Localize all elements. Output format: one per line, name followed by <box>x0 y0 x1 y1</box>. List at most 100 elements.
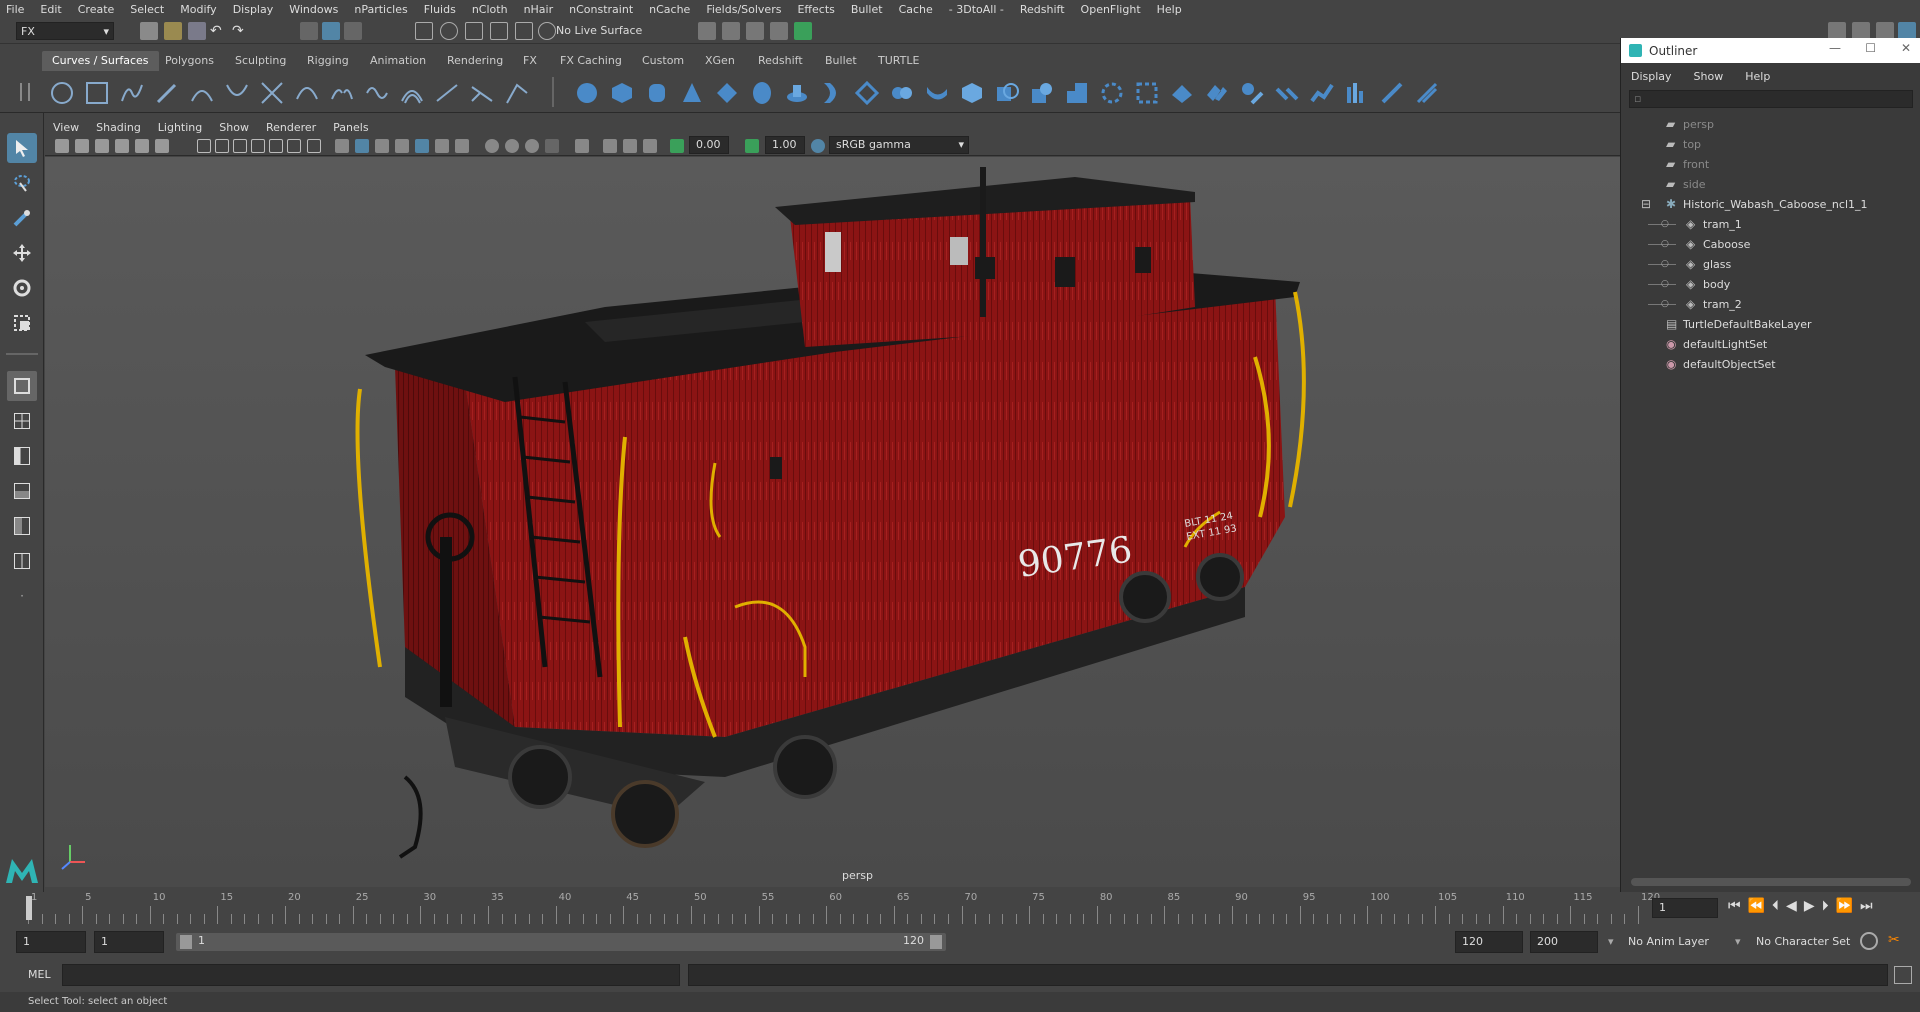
outliner-item[interactable]: ○ ◈ body <box>1621 274 1920 294</box>
select-camera-icon[interactable] <box>55 139 69 153</box>
grid-toggle-icon[interactable] <box>197 139 211 153</box>
menu-fields-solvers[interactable]: Fields/Solvers <box>706 3 781 16</box>
scale-tool-icon[interactable] <box>7 308 37 338</box>
render-current-frame-icon[interactable] <box>698 22 716 40</box>
ep-curve-icon[interactable] <box>190 81 214 105</box>
menu-select[interactable]: Select <box>130 3 164 16</box>
colorspace-combo[interactable]: sRGB gamma ▾ <box>829 136 969 154</box>
exposure-field[interactable]: 0.00 <box>689 136 729 154</box>
snap-curve-icon[interactable] <box>440 22 458 40</box>
nurbs-cone-icon[interactable] <box>680 81 704 105</box>
nurbs-circle-icon[interactable] <box>50 81 74 105</box>
persp-uv-layout-icon[interactable] <box>7 546 37 576</box>
select-tool-icon[interactable] <box>7 133 37 163</box>
play-forward-icon[interactable]: ▶ <box>1804 898 1822 914</box>
viewport-menu-renderer[interactable]: Renderer <box>266 121 316 134</box>
gate-mask-icon[interactable] <box>251 139 265 153</box>
safe-title-icon[interactable] <box>307 139 321 153</box>
use-all-lights-icon[interactable] <box>435 139 449 153</box>
nurbs-cube-icon[interactable] <box>610 81 634 105</box>
menu-cache[interactable]: Cache <box>899 3 933 16</box>
revolve-icon[interactable] <box>785 81 809 105</box>
gamma-field[interactable]: 1.00 <box>765 136 805 154</box>
visibility-dot-icon[interactable]: ○ <box>1661 259 1669 269</box>
scene-start-field[interactable]: 1 <box>16 931 86 953</box>
loft-icon[interactable] <box>820 81 844 105</box>
shelf-tab-curves-surfaces[interactable]: Curves / Surfaces <box>42 51 159 71</box>
bezier-curve-icon[interactable] <box>225 81 249 105</box>
select-object-icon[interactable] <box>322 22 340 40</box>
surface-editing-icon[interactable] <box>1415 81 1439 105</box>
rotate-tool-icon[interactable] <box>7 273 37 303</box>
outliner-menu-display[interactable]: Display <box>1631 70 1672 83</box>
image-plane-icon[interactable] <box>115 139 129 153</box>
menu-openflight[interactable]: OpenFlight <box>1081 3 1141 16</box>
surface-stitch-icon[interactable] <box>1275 81 1299 105</box>
snap-grid-icon[interactable] <box>415 22 433 40</box>
shelf-tab-redshift[interactable]: Redshift <box>748 51 813 71</box>
go-to-end-icon[interactable]: ⏭ <box>1860 898 1880 914</box>
menu-help[interactable]: Help <box>1157 3 1182 16</box>
script-editor-icon[interactable] <box>1894 966 1912 984</box>
snap-surface-icon[interactable] <box>515 22 533 40</box>
single-perspective-layout-icon[interactable] <box>7 371 37 401</box>
menu-fluids[interactable]: Fluids <box>424 3 456 16</box>
menu-bullet[interactable]: Bullet <box>851 3 883 16</box>
time-slider[interactable]: 1 5 10 15 20 25 30 35 40 45 50 55 60 65 70 75 80 85 90 95 10… <box>0 892 1920 924</box>
shelf-tab-animation[interactable]: Animation <box>360 51 436 71</box>
surface-align-icon[interactable] <box>1240 81 1264 105</box>
visibility-dot-icon[interactable]: ○ <box>1661 239 1669 249</box>
undo-icon[interactable]: ↶ <box>210 22 228 40</box>
curve-intersect-icon[interactable] <box>260 81 284 105</box>
chevron-down-icon[interactable]: ▾ <box>1608 935 1614 948</box>
nurbs-torus-icon[interactable] <box>750 81 774 105</box>
menu-nhair[interactable]: nHair <box>524 3 554 16</box>
anti-aliasing-icon[interactable] <box>525 139 539 153</box>
nurbs-square-icon[interactable] <box>85 81 109 105</box>
birail-icon[interactable] <box>925 81 949 105</box>
lasso-tool-icon[interactable] <box>7 168 37 198</box>
menu-file[interactable]: File <box>6 3 24 16</box>
maximize-icon[interactable]: ☐ <box>1865 41 1876 55</box>
surface-extend-icon[interactable] <box>1310 81 1334 105</box>
outliner-item[interactable]: ▰ side <box>1621 174 1920 194</box>
bevel-icon[interactable] <box>960 81 984 105</box>
outliner-item[interactable]: ○ ◈ Caboose <box>1621 234 1920 254</box>
outliner-search-field[interactable]: ▫ <box>1629 90 1913 108</box>
resolution-gate-icon[interactable] <box>233 139 247 153</box>
outliner-item[interactable]: ○ ◈ glass <box>1621 254 1920 274</box>
shelf-tab-fx-caching[interactable]: FX Caching <box>550 51 632 71</box>
snap-point-icon[interactable] <box>465 22 483 40</box>
perspective-viewport[interactable]: 90776 BLT 11 24 EXT 11 93 persp <box>45 157 1620 887</box>
viewport-menu-lighting[interactable]: Lighting <box>158 121 202 134</box>
menu-set-combo[interactable]: FX ▾ <box>16 22 114 40</box>
menu-edit[interactable]: Edit <box>40 3 61 16</box>
curve-attach-icon[interactable] <box>295 81 319 105</box>
outliner-menu-help[interactable]: Help <box>1745 70 1770 83</box>
range-slider[interactable]: 1 120 <box>176 933 946 951</box>
menu-nconstraint[interactable]: nConstraint <box>569 3 633 16</box>
range-slider-handle-start[interactable] <box>180 935 192 949</box>
minimize-icon[interactable]: — <box>1829 41 1841 55</box>
outliner-menu-show[interactable]: Show <box>1694 70 1724 83</box>
outliner-item[interactable]: ◉ defaultObjectSet <box>1621 354 1920 374</box>
field-chart-icon[interactable] <box>269 139 283 153</box>
persp-graph-layout-icon[interactable] <box>7 476 37 506</box>
color-management-icon[interactable] <box>811 139 825 153</box>
curve-offset-icon[interactable] <box>400 81 424 105</box>
menu-ncloth[interactable]: nCloth <box>472 3 508 16</box>
textured-icon[interactable] <box>415 139 429 153</box>
exposure-icon[interactable] <box>670 139 684 153</box>
collapse-icon[interactable]: ⊟ <box>1641 197 1651 211</box>
default-material-icon[interactable] <box>375 139 389 153</box>
save-scene-icon[interactable] <box>188 22 206 40</box>
depth-of-field-icon[interactable] <box>545 139 559 153</box>
grease-pencil-icon[interactable] <box>155 139 169 153</box>
menu-display[interactable]: Display <box>233 3 274 16</box>
shelf-tab-turtle[interactable]: TURTLE <box>868 51 929 71</box>
surface-intersect-icon[interactable] <box>1100 81 1124 105</box>
shelf-tab-rendering[interactable]: Rendering <box>437 51 513 71</box>
menu-effects[interactable]: Effects <box>797 3 834 16</box>
sculpt-surface-icon[interactable] <box>1380 81 1404 105</box>
planar-icon[interactable] <box>855 81 879 105</box>
